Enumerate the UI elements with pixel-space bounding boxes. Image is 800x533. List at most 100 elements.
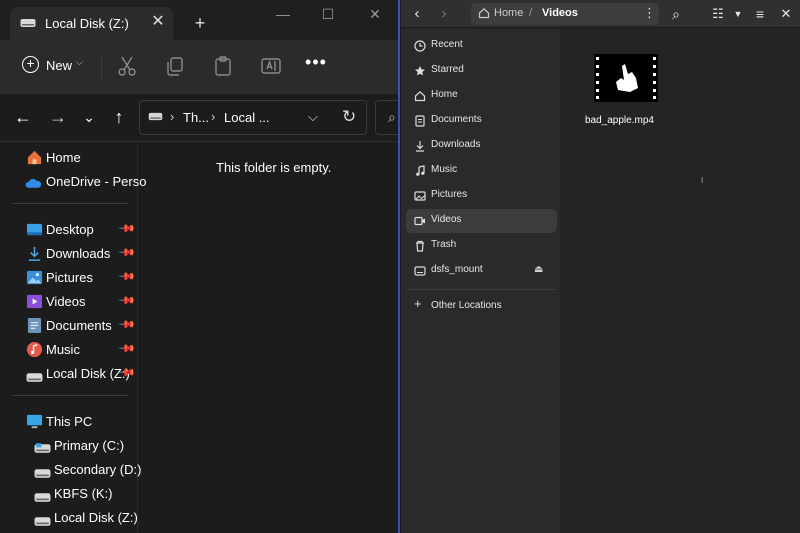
search-icon[interactable]: ⌕ [665,3,687,25]
sidebar-item-label: Videos [431,214,462,225]
sidebar-item-other-locations[interactable]: + Other Locations [406,295,557,319]
back-icon[interactable]: ← [12,106,34,128]
close-window-button[interactable]: ✕ [360,4,390,24]
drive-icon [148,112,163,121]
sidebar-item-trash[interactable]: Trash [406,234,557,258]
paste-icon[interactable] [211,54,235,78]
sidebar-item-pictures[interactable]: Pictures 📌 [0,267,138,289]
window-border [398,0,400,533]
sidebar-item-primary-c[interactable]: Primary (C:) [0,435,138,457]
music-icon [416,165,425,176]
sidebar-item-label: Trash [431,239,457,250]
sidebar-item-onedrive[interactable]: OneDrive - Perso [0,171,146,193]
onedrive-icon [25,178,42,188]
up-icon[interactable]: ↑ [108,106,130,128]
sidebar-item-starred[interactable]: Starred [406,59,557,83]
toolbar-divider [101,54,102,80]
breadcrumb-local-disk[interactable]: Local ... [224,110,270,125]
sidebar-divider [12,203,128,204]
copy-icon[interactable] [163,54,187,78]
plus-icon: + [414,296,422,311]
file-name: bad_apple.mp4 [585,115,654,126]
sidebar-item-recent[interactable]: Recent [406,34,557,58]
eject-icon[interactable]: ⏏ [534,264,543,275]
empty-folder-message: This folder is empty. [216,160,332,175]
path-menu-icon[interactable]: ⋮ [643,5,656,21]
path-segment-videos[interactable]: Videos [542,7,578,19]
sidebar-item-this-pc[interactable]: This PC [0,411,138,433]
sidebar-item-dsfs-mount[interactable]: dsfs_mount ⏏ [406,259,557,283]
sidebar-item-home[interactable]: Home [0,147,138,169]
explorer-navigation-bar: ← → ⌄ ↑ › Th... › Local ... ⌵ ↻ ⌕ [0,94,400,142]
home-icon [27,150,42,165]
sidebar-item-videos[interactable]: Videos 📌 [0,291,138,313]
sidebar-item-secondary-d[interactable]: Secondary (D:) [0,459,141,481]
breadcrumb-this-pc[interactable]: Th... [183,110,209,125]
pin-icon: 📌 [117,243,136,262]
minimize-button[interactable]: — [268,4,298,24]
desktop-icon [26,223,43,236]
forward-icon[interactable]: › [433,3,455,25]
sidebar-item-pictures[interactable]: Pictures [406,184,557,208]
sidebar-item-documents[interactable]: Documents 📌 [0,315,138,337]
pin-icon: 📌 [117,339,136,358]
sidebar-item-label: Music [431,164,458,175]
sidebar-item-home[interactable]: Home [406,84,557,108]
address-bar[interactable]: › Th... › Local ... ⌵ ↻ [139,100,367,135]
sidebar-item-downloads[interactable]: Downloads 📌 [0,243,138,265]
home-icon [478,7,490,19]
pin-icon: 📌 [117,219,136,238]
path-segment-home[interactable]: Home [494,7,523,19]
cut-icon[interactable] [115,54,139,78]
sidebar-item-local-disk-z[interactable]: Local Disk (Z:) 📌 [0,363,138,385]
new-tab-button[interactable]: + [190,13,210,33]
chevron-down-icon: ⌵ [76,57,83,67]
path-bar[interactable]: Home / Videos ⋮ [471,3,659,25]
sidebar-item-label: Downloads [46,246,111,261]
clock-icon [414,40,426,52]
picture-icon [414,191,426,201]
sidebar-item-label: Downloads [431,139,481,150]
maximize-button[interactable]: ☐ [313,4,343,24]
sidebar-item-label: KBFS (K:) [54,486,113,501]
sidebar-item-videos[interactable]: Videos [406,209,557,233]
chevron-down-icon[interactable]: ⌵ [308,109,318,125]
download-icon [28,246,41,261]
sidebar-divider [406,289,557,290]
close-icon[interactable]: ✕ [775,3,797,25]
sidebar-item-local-disk-z-pc[interactable]: Local Disk (Z:) [0,507,138,529]
plus-icon: + [22,56,39,73]
sidebar-item-downloads[interactable]: Downloads [406,134,557,158]
recent-locations-icon[interactable]: ⌄ [78,106,100,128]
search-box[interactable]: ⌕ [375,100,400,135]
sidebar-item-kbfs-k[interactable]: KBFS (K:) [0,483,138,505]
drive-icon [34,493,51,502]
sidebar-item-desktop[interactable]: Desktop 📌 [0,219,138,241]
drive-icon [20,19,36,27]
sidebar-item-music[interactable]: Music [406,159,557,183]
text-cursor-icon: I [701,176,704,185]
sidebar-item-documents[interactable]: Documents [406,109,557,133]
sidebar-item-label: Videos [46,294,86,309]
video-icon [414,216,425,226]
sidebar-item-label: Other Locations [431,300,502,311]
explorer-titlebar: Local Disk (Z:) ✕ + — ☐ ✕ [0,0,400,40]
new-label: New [46,58,73,73]
sidebar-item-label: Pictures [46,270,93,285]
view-list-icon[interactable]: ☷ [707,3,729,25]
close-tab-icon[interactable]: ✕ [148,12,168,32]
sidebar-item-label: Documents [46,318,112,333]
sidebar-item-label: Local Disk (Z:) [54,510,138,525]
more-options-icon[interactable]: ••• [304,53,328,76]
rename-icon[interactable] [259,54,283,78]
explorer-tab[interactable]: Local Disk (Z:) ✕ [10,7,173,40]
files-headerbar: ‹ › Home / Videos ⋮ ⌕ ☷ ▼ ≡ ✕ [401,0,800,28]
chevron-down-icon[interactable]: ▼ [727,3,749,25]
back-icon[interactable]: ‹ [406,3,428,25]
refresh-icon[interactable]: ↻ [342,107,356,127]
menu-icon[interactable]: ≡ [749,3,771,25]
forward-icon[interactable]: → [47,106,69,128]
new-button[interactable]: + New ⌵ [14,50,92,82]
sidebar-item-music[interactable]: Music 📌 [0,339,138,361]
pictures-icon [26,270,43,285]
